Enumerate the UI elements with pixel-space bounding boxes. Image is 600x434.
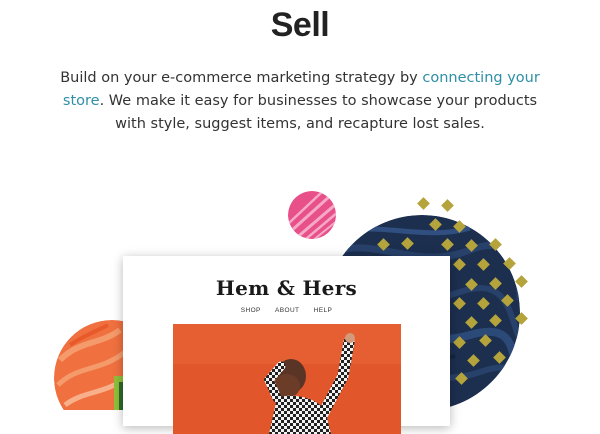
store-nav-help[interactable]: HELP — [314, 307, 333, 314]
hero-photo-illustration — [173, 324, 401, 434]
store-preview-card: Hem & Hers SHOP ABOUT HELP — [123, 256, 450, 434]
store-nav: SHOP ABOUT HELP — [123, 307, 450, 314]
store-nav-about[interactable]: ABOUT — [275, 307, 299, 314]
store-brand-name: Hem & Hers — [215, 276, 358, 300]
store-nav-shop[interactable]: SHOP — [241, 307, 261, 314]
store-hero-image — [173, 324, 401, 434]
pink-circle-decoration — [288, 191, 336, 239]
